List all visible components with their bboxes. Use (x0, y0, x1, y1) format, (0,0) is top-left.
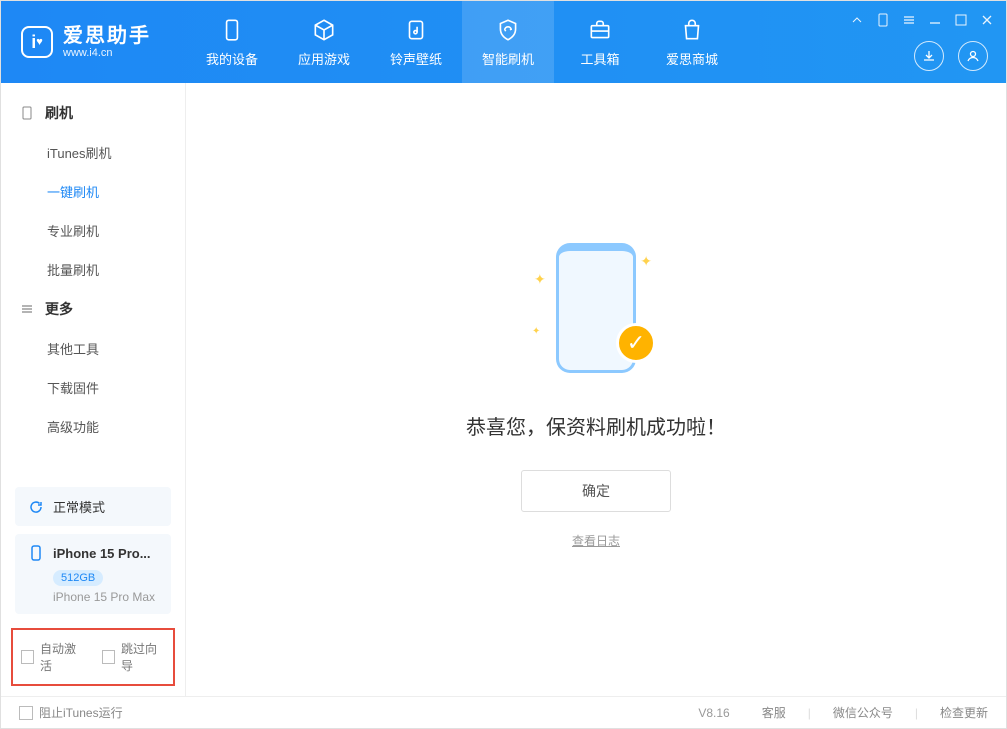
footer-wechat-link[interactable]: 微信公众号 (833, 704, 893, 721)
refresh-shield-icon (495, 17, 521, 43)
checkbox-icon (19, 706, 33, 720)
nav-my-device[interactable]: 我的设备 (186, 1, 278, 83)
checkbox-block-itunes[interactable]: 阻止iTunes运行 (19, 704, 123, 721)
app-title: 爱思助手 (63, 25, 151, 47)
mode-indicator[interactable]: 正常模式 (15, 487, 171, 526)
nav-label: 爱思商城 (666, 49, 718, 68)
sidebar-item-download-fw[interactable]: 下载固件 (1, 368, 185, 407)
sparkle-icon: ✦ (532, 326, 540, 337)
minimize-button[interactable] (926, 11, 944, 29)
checkbox-icon (21, 650, 34, 664)
sidebar-item-oneclick-flash[interactable]: 一键刷机 (1, 172, 185, 211)
checkbox-icon (102, 650, 115, 664)
nav-label: 工具箱 (580, 49, 619, 68)
nav-smart-flash[interactable]: 智能刷机 (462, 1, 554, 83)
device-panel[interactable]: iPhone 15 Pro... 512GB iPhone 15 Pro Max (15, 534, 171, 614)
menu-icon[interactable] (900, 11, 918, 29)
sparkle-icon: ✦ (534, 271, 546, 288)
footer-support-link[interactable]: 客服 (762, 704, 786, 721)
app-subtitle: www.i4.cn (63, 47, 151, 59)
success-message: 恭喜您，保资料刷机成功啦！ (466, 411, 726, 440)
success-illustration: ✦ ✦ ✦ ✓ (526, 231, 666, 381)
device-name: iPhone 15 Pro... (53, 546, 151, 561)
nav-store[interactable]: 爱思商城 (646, 1, 738, 83)
nav-toolbox[interactable]: 工具箱 (554, 1, 646, 83)
app-logo: i♥ 爱思助手 www.i4.cn (1, 1, 186, 83)
storage-badge: 512GB (53, 570, 103, 586)
device-model: iPhone 15 Pro Max (53, 590, 159, 604)
sidebar-item-itunes-flash[interactable]: iTunes刷机 (1, 133, 185, 172)
nav-label: 铃声壁纸 (390, 49, 442, 68)
checkbox-auto-activate[interactable]: 自动激活 (21, 640, 84, 674)
footer-check-update-link[interactable]: 检查更新 (940, 704, 988, 721)
mode-label: 正常模式 (53, 497, 105, 516)
menu-small-icon (19, 301, 35, 317)
device-small-icon (19, 105, 35, 121)
sidebar-item-advanced[interactable]: 高级功能 (1, 407, 185, 446)
phone-small-icon[interactable] (874, 11, 892, 29)
close-button[interactable] (978, 11, 996, 29)
nav-label: 应用游戏 (298, 49, 350, 68)
nav-apps-games[interactable]: 应用游戏 (278, 1, 370, 83)
shopping-bag-icon (679, 17, 705, 43)
nav-ringtones[interactable]: 铃声壁纸 (370, 1, 462, 83)
checkbox-skip-wizard[interactable]: 跳过向导 (102, 640, 165, 674)
sidebar-group-flash: 刷机 (1, 93, 185, 133)
music-note-icon (403, 17, 429, 43)
phone-icon (219, 17, 245, 43)
user-button[interactable] (958, 41, 988, 71)
nav-label: 智能刷机 (482, 49, 534, 68)
logo-badge-icon: i♥ (21, 26, 53, 58)
sidebar-item-pro-flash[interactable]: 专业刷机 (1, 211, 185, 250)
options-highlight-box: 自动激活 跳过向导 (11, 628, 175, 686)
sidebar-item-other-tools[interactable]: 其他工具 (1, 329, 185, 368)
briefcase-icon (587, 17, 613, 43)
download-button[interactable] (914, 41, 944, 71)
version-label: V8.16 (698, 706, 729, 720)
device-icon (27, 544, 45, 562)
sparkle-icon: ✦ (640, 253, 652, 270)
sidebar-group-more: 更多 (1, 289, 185, 329)
refresh-icon (27, 498, 45, 516)
maximize-button[interactable] (952, 11, 970, 29)
cube-icon (311, 17, 337, 43)
nav-label: 我的设备 (206, 49, 258, 68)
ok-button[interactable]: 确定 (521, 470, 671, 512)
view-log-link[interactable]: 查看日志 (572, 532, 620, 549)
checkmark-badge-icon: ✓ (616, 323, 656, 363)
sidebar-item-batch-flash[interactable]: 批量刷机 (1, 250, 185, 289)
window-icon-1[interactable] (848, 11, 866, 29)
